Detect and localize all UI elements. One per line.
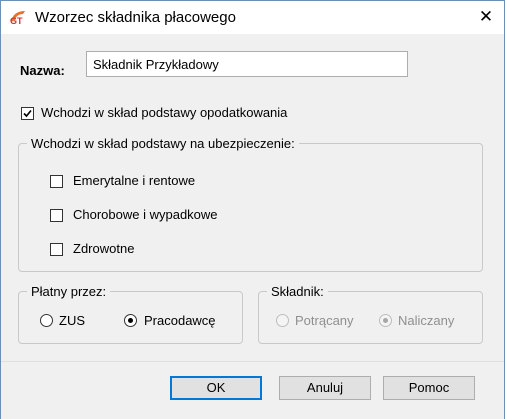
tax-checkbox-label: Wchodzi w skład podstawy opodatkowania xyxy=(41,105,288,120)
dialog-content: Nazwa: Składnik Przykładowy Wchodzi w sk… xyxy=(1,34,504,419)
zus-radio[interactable] xyxy=(40,314,53,327)
title-bar[interactable]: GT Wzorzec składnika płacowego ✕ xyxy=(1,1,504,34)
button-bar: OK Anuluj Pomoc xyxy=(1,361,504,419)
tax-checkbox[interactable] xyxy=(21,107,34,120)
dialog-window: GT Wzorzec składnika płacowego ✕ Nazwa: … xyxy=(0,0,505,419)
deduction-radio-label: Potrącany xyxy=(295,313,354,328)
name-label: Nazwa: xyxy=(20,63,65,78)
name-field[interactable]: Składnik Przykładowy xyxy=(86,51,408,77)
help-button[interactable]: Pomoc xyxy=(383,376,475,400)
pension-checkbox-label: Emerytalne i rentowe xyxy=(73,173,196,188)
window-title: Wzorzec składnika płacowego xyxy=(35,9,236,26)
component-group-legend: Składnik: xyxy=(271,284,324,299)
health-checkbox-label: Zdrowotne xyxy=(73,241,135,256)
zus-radio-label: ZUS xyxy=(59,313,85,328)
payer-group-legend: Płatny przez: xyxy=(31,284,107,299)
gt-app-icon: GT xyxy=(9,9,27,26)
accrued-radio[interactable] xyxy=(379,314,392,327)
deduction-radio[interactable] xyxy=(276,314,289,327)
insurance-group-legend: Wchodzi w skład podstawy na ubezpieczeni… xyxy=(31,136,295,151)
sickness-checkbox[interactable] xyxy=(50,209,63,222)
svg-text:GT: GT xyxy=(10,16,23,25)
cancel-button[interactable]: Anuluj xyxy=(279,376,371,400)
pension-checkbox[interactable] xyxy=(50,175,63,188)
employer-radio[interactable] xyxy=(124,314,137,327)
ok-button[interactable]: OK xyxy=(170,376,262,400)
employer-radio-label: Pracodawcę xyxy=(144,313,216,328)
health-checkbox[interactable] xyxy=(50,243,63,256)
sickness-checkbox-label: Chorobowe i wypadkowe xyxy=(73,207,218,222)
close-icon[interactable]: ✕ xyxy=(471,3,501,31)
accrued-radio-label: Naliczany xyxy=(398,313,455,328)
